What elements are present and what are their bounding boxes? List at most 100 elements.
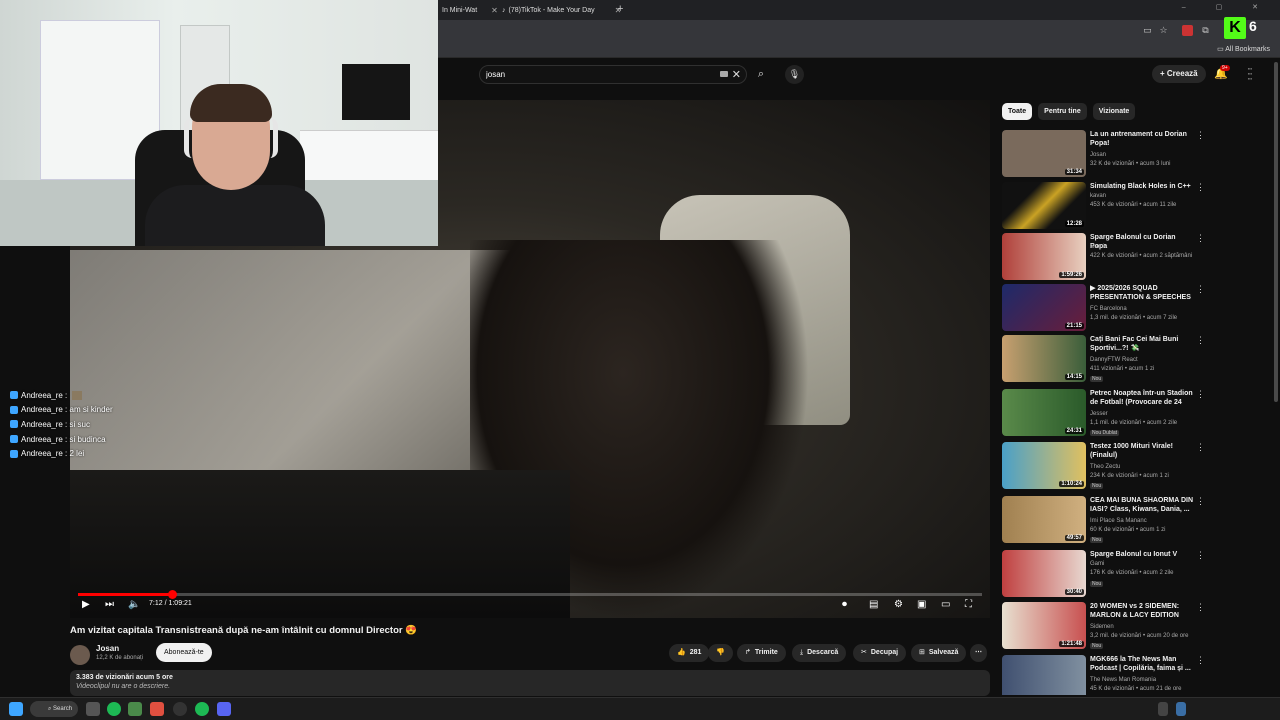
task-view-icon[interactable]	[86, 702, 100, 716]
rec-title[interactable]: Petrec Noaptea într-un Stadion de Fotbal…	[1090, 389, 1194, 407]
download-button[interactable]: ⤓ Descarcă	[792, 644, 847, 662]
browser-tab[interactable]: In Mini-Wat ✕	[436, 2, 504, 19]
recommendation-item[interactable]: 24:31 Petrec Noaptea într-un Stadion de …	[1002, 389, 1205, 438]
recommendation-item[interactable]: 49:57 CEA MAI BUNA SHAORMA DIN IASI? Cla…	[1002, 496, 1205, 545]
rec-title[interactable]: ▶ 2025/2026 SQUAD PRESENTATION & SPEECHE…	[1090, 284, 1194, 302]
video-thumbnail[interactable]	[1002, 655, 1086, 695]
rec-title[interactable]: Cați Bani Fac Cei Mai Buni Sportivi...?!…	[1090, 335, 1194, 353]
settings-icon[interactable]: ⚙	[894, 598, 903, 612]
theater-icon[interactable]: ▭	[941, 598, 950, 612]
rec-channel[interactable]: Imi Place Sa Mananc	[1090, 518, 1147, 524]
next-icon[interactable]: ⏭	[105, 598, 114, 612]
more-vert-icon[interactable]: ⋮	[1196, 130, 1205, 141]
rec-title[interactable]: 20 WOMEN vs 2 SIDEMEN: MARLON & LACY EDI…	[1090, 602, 1194, 620]
video-thumbnail[interactable]: 1:10:24	[1002, 442, 1086, 489]
video-thumbnail[interactable]: 31:34	[1002, 130, 1086, 177]
like-button[interactable]: 👍 281	[669, 644, 710, 662]
tray-icon[interactable]	[1158, 702, 1168, 716]
rec-channel[interactable]: kavan	[1090, 193, 1106, 199]
voice-search-button[interactable]: 🎙	[785, 65, 804, 84]
scrubber-handle[interactable]	[168, 590, 178, 599]
extension-icon[interactable]	[1182, 25, 1193, 36]
video-thumbnail[interactable]: 21:15	[1002, 284, 1086, 331]
new-tab-icon[interactable]: +	[617, 3, 623, 15]
star-icon[interactable]: ☆	[1158, 25, 1169, 36]
rec-channel[interactable]: Josan	[1090, 152, 1106, 158]
account-avatar[interactable]: ▪▪▪ ▪▪▪ ▪▪▪	[1242, 66, 1258, 82]
volume-icon[interactable]: 🔈	[128, 598, 140, 612]
app-icon[interactable]	[128, 702, 142, 716]
tray-icon[interactable]	[1176, 702, 1186, 716]
rec-title[interactable]: Testez 1000 Mituri Virale! (Finalul)	[1090, 442, 1194, 460]
more-vert-icon[interactable]: ⋮	[1196, 284, 1205, 295]
channel-name[interactable]: Josan	[96, 644, 119, 653]
taskbar-search[interactable]: ⌕ Search	[30, 701, 78, 717]
all-bookmarks[interactable]: ▭ All Bookmarks	[1217, 45, 1270, 53]
page-scrollbar[interactable]	[1274, 62, 1278, 402]
rec-channel[interactable]: Gami	[1090, 561, 1104, 567]
rec-channel[interactable]: Gami	[1090, 244, 1104, 250]
rec-channel[interactable]: Sidemen	[1090, 624, 1114, 630]
spotify-icon[interactable]	[195, 702, 209, 716]
discord-icon[interactable]	[217, 702, 231, 716]
recommendation-item[interactable]: 31:34 La un antrenament cu Dorian Popa! …	[1002, 130, 1205, 179]
more-vert-icon[interactable]: ⋮	[1196, 335, 1205, 346]
search-input[interactable]	[486, 70, 706, 79]
video-thumbnail[interactable]: 30:40	[1002, 550, 1086, 597]
app-icon[interactable]	[150, 702, 164, 716]
chip-watched[interactable]: Vizionate	[1092, 103, 1136, 120]
video-thumbnail[interactable]: 49:57	[1002, 496, 1086, 543]
spotify-icon[interactable]	[107, 702, 121, 716]
rec-channel[interactable]: The News Man Romania	[1090, 677, 1156, 683]
save-button[interactable]: ⊞ Salvează	[911, 644, 967, 662]
windows-start-icon[interactable]	[9, 702, 23, 716]
keyboard-icon[interactable]	[720, 71, 728, 77]
recommendation-item[interactable]: 1:10:24 Testez 1000 Mituri Virale! (Fina…	[1002, 442, 1205, 491]
puzzle-icon[interactable]: ⧉	[1200, 25, 1211, 36]
notifications-button[interactable]: 🔔 9+	[1214, 65, 1230, 80]
more-actions-button[interactable]: ⋯	[970, 644, 987, 662]
recommendation-item[interactable]: 1:59:26 Sparge Balonul cu Dorian Popa Ga…	[1002, 233, 1205, 282]
fullscreen-icon[interactable]: ⛶	[965, 598, 972, 612]
recommendation-item[interactable]: MGK666 la The News Man Podcast | Copilăr…	[1002, 655, 1202, 695]
rec-title[interactable]: La un antrenament cu Dorian Popa!	[1090, 130, 1194, 148]
browser-tab[interactable]: ♪ (78)TikTok - Make Your Day ✕	[496, 2, 627, 19]
rec-channel[interactable]: FC Barcelona	[1090, 306, 1127, 312]
search-button[interactable]: ⌕	[750, 65, 772, 84]
chip-for-you[interactable]: Pentru tine	[1038, 103, 1087, 120]
video-thumbnail[interactable]: 24:31	[1002, 389, 1086, 436]
share-button[interactable]: ↱ Trimite	[737, 644, 786, 662]
more-vert-icon[interactable]: ⋮	[1196, 233, 1205, 244]
video-thumbnail[interactable]: 1:21:48	[1002, 602, 1086, 649]
progress-bar[interactable]	[78, 590, 982, 599]
rec-channel[interactable]: Jesser	[1090, 411, 1108, 417]
more-vert-icon[interactable]: ⋮	[1196, 442, 1205, 453]
video-thumbnail[interactable]: 1:59:26	[1002, 233, 1086, 280]
cast-icon[interactable]: ▭	[1142, 25, 1153, 36]
clear-icon[interactable]: ✕	[732, 68, 741, 81]
obs-icon[interactable]	[173, 702, 187, 716]
recommendation-item[interactable]: 21:15 ▶ 2025/2026 SQUAD PRESENTATION & S…	[1002, 284, 1205, 333]
recommendation-item[interactable]: 30:40 Sparge Balonul cu Ionut V Gami 176…	[1002, 550, 1205, 599]
channel-avatar[interactable]	[70, 645, 90, 665]
rec-title[interactable]: Sparge Balonul cu Dorian Popa	[1090, 233, 1194, 251]
recommendation-item[interactable]: 14:15 Cați Bani Fac Cei Mai Buni Sportiv…	[1002, 335, 1205, 384]
recommendation-item[interactable]: 1:21:48 20 WOMEN vs 2 SIDEMEN: MARLON & …	[1002, 602, 1205, 651]
rec-title[interactable]: CEA MAI BUNA SHAORMA DIN IASI? Class, Ki…	[1090, 496, 1194, 514]
create-button[interactable]: + Creează	[1152, 65, 1206, 83]
more-vert-icon[interactable]: ⋮	[1196, 550, 1205, 561]
rec-title[interactable]: Simulating Black Holes in C++	[1090, 182, 1194, 191]
chip-all[interactable]: Toate	[1002, 103, 1033, 120]
subscribe-button[interactable]: Abonează-te	[156, 643, 212, 662]
more-vert-icon[interactable]: ⋮	[1196, 389, 1205, 400]
rec-title[interactable]: Sparge Balonul cu Ionut V	[1090, 550, 1194, 559]
window-controls[interactable]: – ▢ ✕	[1182, 3, 1272, 11]
video-thumbnail[interactable]: 14:15	[1002, 335, 1086, 382]
autoplay-toggle[interactable]: ⏺	[842, 598, 847, 612]
subtitles-icon[interactable]: ▤	[869, 598, 878, 612]
rec-title[interactable]: MGK666 la The News Man Podcast | Copilăr…	[1090, 655, 1194, 673]
video-thumbnail[interactable]: 12:28	[1002, 182, 1086, 229]
dislike-button[interactable]: 👎	[708, 644, 733, 662]
more-vert-icon[interactable]: ⋮	[1196, 602, 1205, 613]
more-vert-icon[interactable]: ⋮	[1196, 182, 1205, 193]
